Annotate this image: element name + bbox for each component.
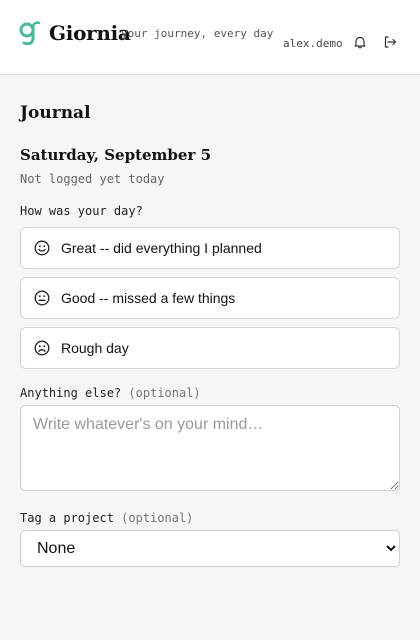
entry-status: Not logged yet today: [20, 172, 165, 186]
bell-icon[interactable]: [353, 35, 367, 49]
tagline: your journey, every day: [121, 27, 274, 40]
rating-option-great[interactable]: Great -- did everything I planned: [20, 227, 400, 269]
option-label: Great -- did everything I planned: [61, 240, 262, 256]
notes-label: Anything else? (optional): [20, 386, 201, 400]
project-label-text: Tag a project: [20, 511, 114, 525]
page-title: Journal: [20, 103, 91, 123]
app-header: Giornia your journey, every day alex.dem…: [0, 0, 420, 75]
neutral-face-icon: [34, 290, 50, 306]
rating-option-good[interactable]: Good -- missed a few things: [20, 277, 400, 319]
rating-option-rough[interactable]: Rough day: [20, 327, 400, 369]
notes-label-text: Anything else?: [20, 386, 122, 400]
project-label: Tag a project (optional): [20, 511, 193, 525]
username: alex.demo: [283, 37, 343, 50]
option-label: Good -- missed a few things: [61, 290, 236, 306]
logo-icon: [19, 21, 41, 46]
project-optional-hint: (optional): [121, 511, 194, 525]
entry-date: Saturday, September 5: [20, 146, 212, 164]
day-rating-question: How was your day?: [20, 204, 143, 218]
brand-name[interactable]: Giornia: [49, 21, 131, 45]
logout-icon[interactable]: [383, 35, 397, 49]
option-label: Rough day: [61, 340, 129, 356]
notes-optional-hint: (optional): [128, 386, 201, 400]
smile-icon: [34, 240, 50, 256]
notes-textarea[interactable]: [20, 405, 400, 491]
project-select[interactable]: None: [20, 530, 400, 567]
frown-icon: [34, 340, 50, 356]
